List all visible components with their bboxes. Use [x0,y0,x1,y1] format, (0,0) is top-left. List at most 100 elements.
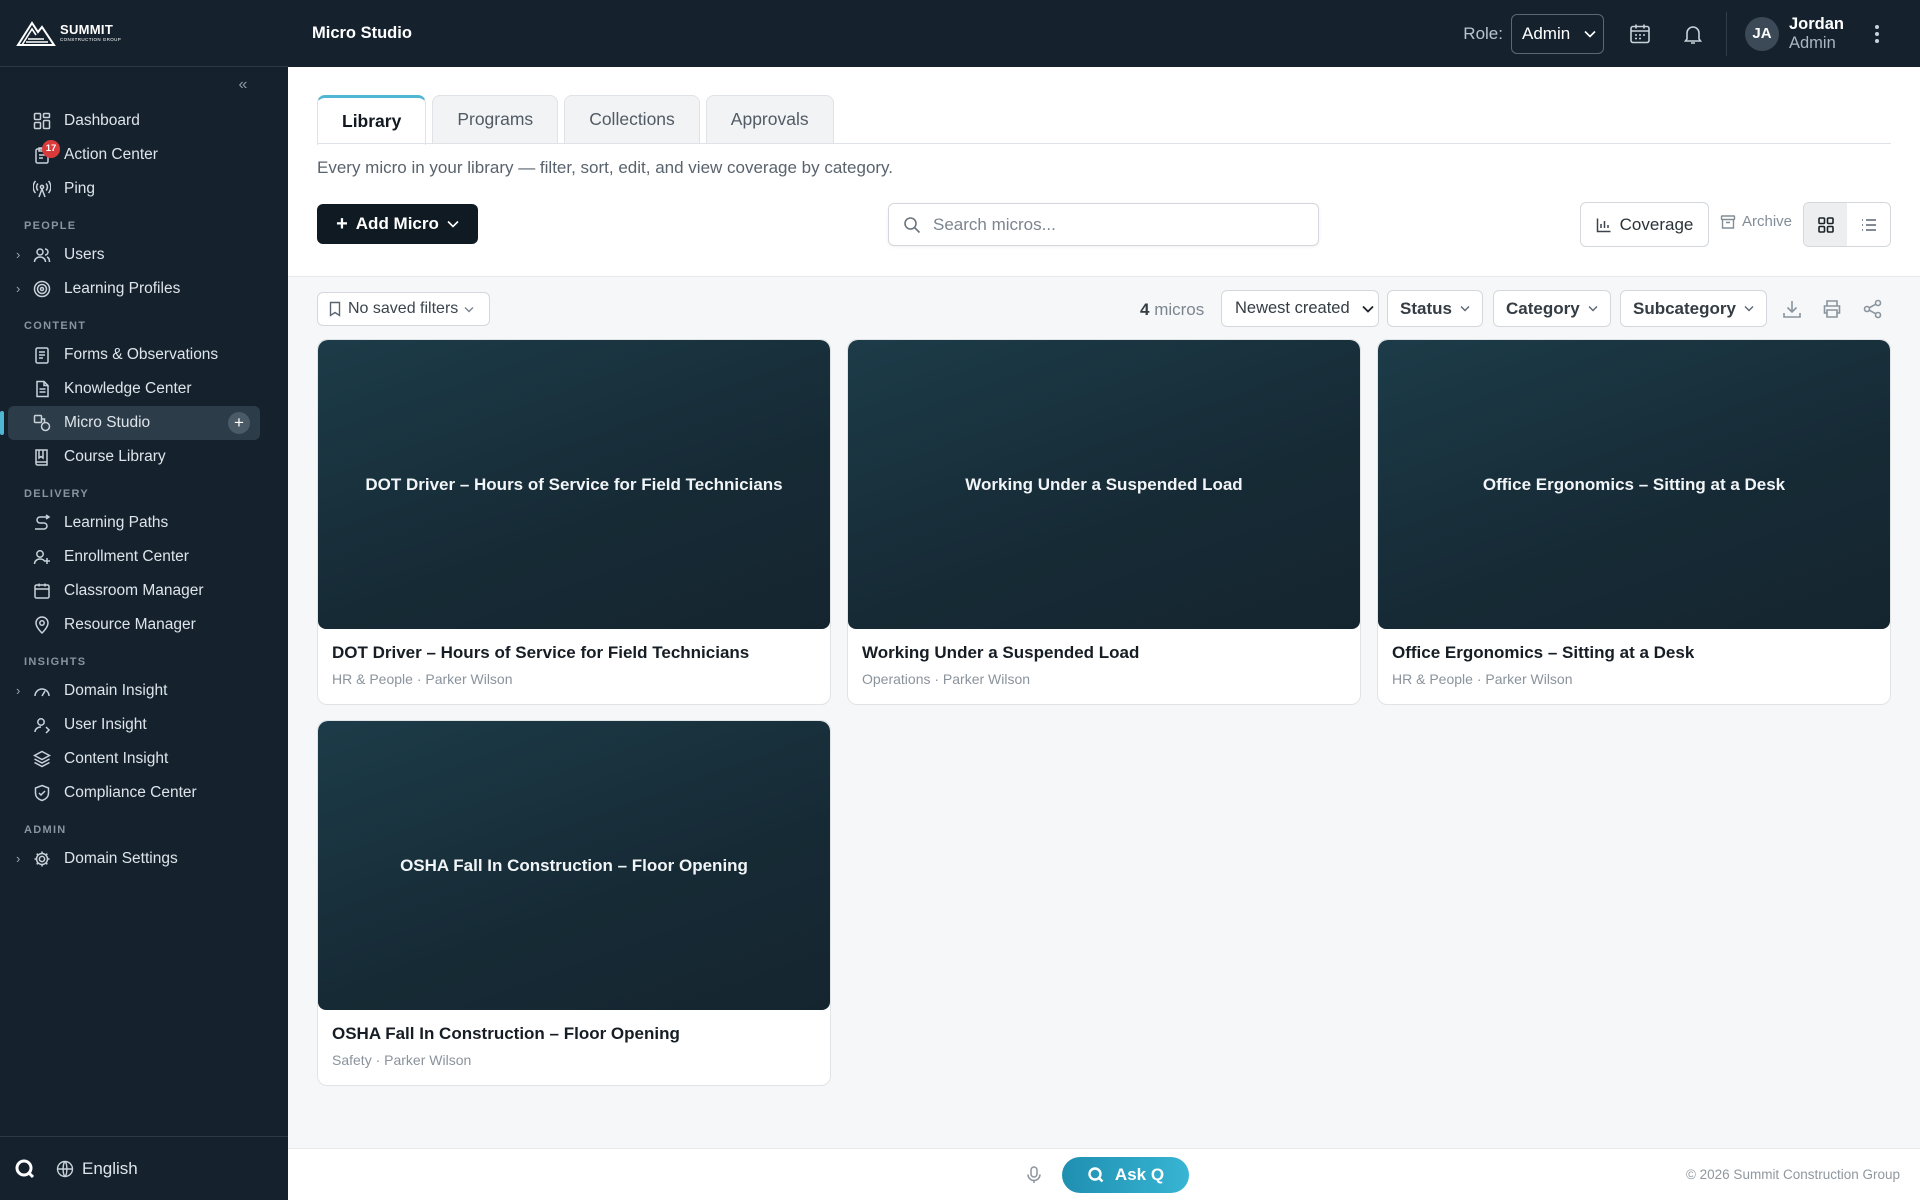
tabs-divider [317,143,1891,144]
sidebar-item-learning-profiles[interactable]: › Learning Profiles [0,272,288,306]
sidebar-item-learning-paths[interactable]: Learning Paths [0,506,288,540]
sort-select[interactable]: Newest created [1221,290,1379,327]
chevron-right-icon[interactable]: › [16,282,26,296]
micro-thumbnail[interactable]: DOT Driver – Hours of Service for Field … [318,340,830,629]
users-icon [33,248,51,263]
sidebar-item-label: Learning Profiles [64,280,181,297]
saved-filters-dropdown[interactable]: No saved filters [317,292,490,326]
saved-filters-label: No saved filters [348,300,459,317]
calendar-icon [34,583,50,599]
sidebar: SUMMIT CONSTRUCTION GROUP « Dashboard 17… [0,0,288,1200]
bell-icon[interactable] [1681,22,1705,46]
user-menu[interactable]: Jordan Admin [1789,15,1844,53]
sidebar-item-micro-studio[interactable]: Micro Studio + [0,406,260,440]
grid-icon [1817,216,1834,233]
status-filter-label: Status [1400,298,1452,318]
archive-button[interactable]: Archive [1720,213,1792,230]
filter-bar: No saved filters 4 micros Newest created… [288,285,1920,335]
shield-check-icon [34,784,50,802]
tab-approvals[interactable]: Approvals [705,95,834,143]
footer-bar: Ask Q © 2026 Summit Construction Group [288,1148,1920,1200]
micro-thumbnail[interactable]: Office Ergonomics – Sitting at a Desk [1378,340,1890,629]
micro-card[interactable]: Working Under a Suspended Load Working U… [847,339,1361,705]
book-icon [35,449,48,466]
printer-icon[interactable] [1821,298,1843,320]
search-input[interactable] [933,214,1293,235]
copyright-text: © 2026 Summit Construction Group [1685,1167,1900,1182]
sidebar-item-label: Forms & Observations [64,346,219,363]
sidebar-item-label: Action Center [64,146,158,163]
sidebar-item-course-library[interactable]: Course Library [0,440,288,474]
calendar-icon[interactable] [1628,22,1652,46]
micro-card[interactable]: DOT Driver – Hours of Service for Field … [317,339,831,705]
add-micro-button[interactable]: + Add Micro [317,204,478,244]
sidebar-item-label: Course Library [64,448,166,465]
micro-meta: HR & People · Parker Wilson [332,671,513,687]
sidebar-item-classroom-manager[interactable]: Classroom Manager [0,574,288,608]
coverage-button[interactable]: Coverage [1580,202,1709,247]
micro-thumbnail[interactable]: OSHA Fall In Construction – Floor Openin… [318,721,830,1010]
sidebar-item-domain-insight[interactable]: › Domain Insight [0,674,288,708]
sidebar-item-content-insight[interactable]: Content Insight [0,742,288,776]
chevron-right-icon[interactable]: › [16,684,26,698]
chevron-down-icon [1362,305,1374,313]
sidebar-item-forms-observations[interactable]: Forms & Observations [0,338,288,372]
micro-title[interactable]: Office Ergonomics – Sitting at a Desk [1392,643,1694,663]
chevron-right-icon[interactable]: › [16,852,26,866]
tab-library[interactable]: Library [317,95,427,145]
shapes-icon [33,414,51,432]
role-select[interactable]: Admin [1510,13,1604,54]
sidebar-footer: English [0,1136,288,1200]
sidebar-item-domain-settings[interactable]: › Domain Settings [0,842,288,876]
brand-name: SUMMIT [60,22,114,38]
language-selector[interactable]: English [56,1159,138,1179]
sidebar-nav: Dashboard 17 Action Center Ping PEOPLE ›… [0,104,288,876]
category-filter-dropdown[interactable]: Category [1493,290,1611,327]
sidebar-item-resource-manager[interactable]: Resource Manager [0,608,288,642]
sidebar-item-knowledge-center[interactable]: Knowledge Center [0,372,288,406]
sidebar-item-users[interactable]: › Users [0,238,288,272]
add-micro-label: Add Micro [355,214,439,233]
sidebar-item-enrollment-center[interactable]: Enrollment Center [0,540,288,574]
micro-card[interactable]: OSHA Fall In Construction – Floor Openin… [317,720,831,1086]
micro-meta: Safety · Parker Wilson [332,1052,472,1068]
avatar[interactable]: JA [1744,16,1779,51]
sidebar-item-compliance-center[interactable]: Compliance Center [0,776,288,810]
dashboard-icon [33,112,51,130]
chevron-right-icon[interactable]: › [16,248,26,262]
micro-title[interactable]: OSHA Fall In Construction – Floor Openin… [332,1024,680,1044]
layers-icon [33,750,51,768]
bookmark-icon [329,301,341,317]
collapse-sidebar-icon[interactable]: « [234,76,252,94]
sidebar-item-label: Users [64,246,105,263]
grid-view-button[interactable] [1804,203,1847,246]
micro-thumbnail[interactable]: Working Under a Suspended Load [848,340,1360,629]
microphone-icon[interactable] [1024,1165,1044,1185]
q-logo-icon[interactable] [14,1158,36,1180]
download-icon[interactable] [1781,298,1803,320]
subcategory-filter-dropdown[interactable]: Subcategory [1620,290,1767,327]
result-count: 4 micros [1140,300,1204,320]
ask-q-button[interactable]: Ask Q [1062,1157,1189,1193]
sidebar-item-label: Micro Studio [64,414,151,431]
user-role: Admin [1788,33,1836,52]
list-view-button[interactable] [1847,203,1890,246]
sidebar-item-user-insight[interactable]: User Insight [0,708,288,742]
micro-title[interactable]: DOT Driver – Hours of Service for Field … [332,643,749,663]
status-filter-dropdown[interactable]: Status [1387,290,1483,327]
sort-value: Newest created [1235,299,1350,317]
micro-title[interactable]: Working Under a Suspended Load [862,643,1139,663]
sidebar-item-action-center[interactable]: 17 Action Center [0,138,288,172]
sidebar-item-label: Content Insight [64,750,169,767]
view-toggle [1803,202,1891,247]
tab-collections[interactable]: Collections [564,95,700,143]
sidebar-item-ping[interactable]: Ping [0,172,288,206]
logo[interactable]: SUMMIT CONSTRUCTION GROUP [0,0,288,67]
add-micro-plus-icon[interactable]: + [228,412,250,434]
chevron-down-icon [447,220,459,228]
share-icon[interactable] [1862,298,1884,320]
tab-programs[interactable]: Programs [432,95,559,143]
more-vertical-icon[interactable] [1874,24,1880,44]
micro-card[interactable]: Office Ergonomics – Sitting at a Desk Of… [1377,339,1891,705]
sidebar-item-dashboard[interactable]: Dashboard [0,104,288,138]
